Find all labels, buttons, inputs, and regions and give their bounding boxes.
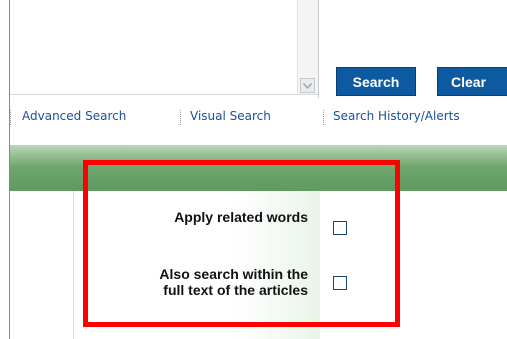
chevron-down-icon (303, 82, 312, 89)
visual-search-link[interactable]: Visual Search (190, 109, 271, 123)
search-query-textarea[interactable] (10, 0, 318, 95)
link-separator (323, 110, 325, 125)
link-separator (180, 110, 182, 125)
search-button[interactable]: Search (336, 67, 416, 96)
clear-button[interactable]: Clear (437, 67, 507, 96)
advanced-search-link[interactable]: Advanced Search (22, 109, 126, 123)
search-history-alerts-link[interactable]: Search History/Alerts (333, 109, 460, 123)
search-links-bar: Advanced Search Visual Search Search His… (10, 108, 507, 128)
divider (318, 0, 319, 98)
highlight-box (83, 160, 400, 327)
scroll-down-button[interactable] (300, 78, 315, 93)
link-separator (10, 110, 12, 125)
